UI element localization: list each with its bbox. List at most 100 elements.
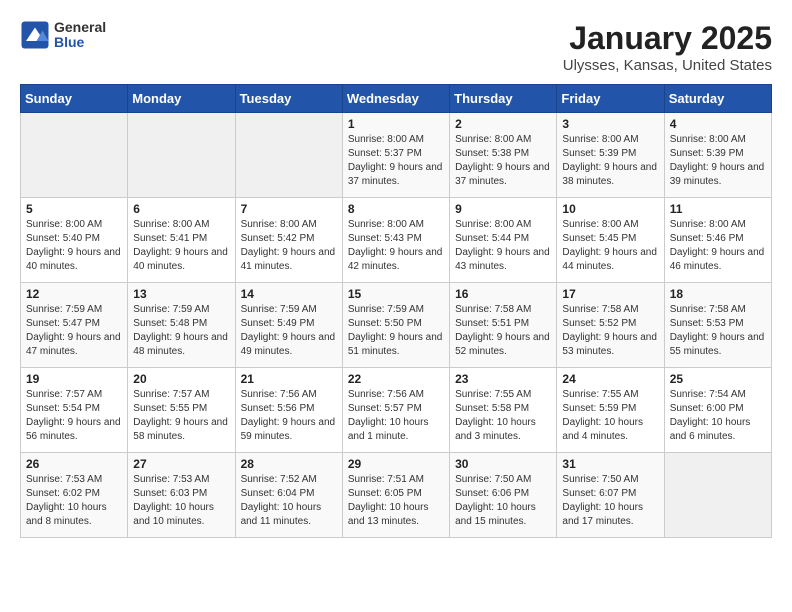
logo-text: General Blue: [54, 20, 106, 51]
day-info: Sunrise: 7:50 AM Sunset: 6:07 PM Dayligh…: [562, 473, 658, 529]
day-number: 19: [26, 372, 122, 386]
header: General Blue January 2025 Ulysses, Kansa…: [20, 20, 772, 74]
day-cell: 16Sunrise: 7:58 AM Sunset: 5:51 PM Dayli…: [450, 283, 557, 368]
day-cell: 18 Sunrise: 7:58 AM Sunset: 5:53 PM Dayli…: [664, 283, 771, 368]
day-number: 29: [348, 457, 444, 471]
day-info: Sunrise: 8:00 AM Sunset: 5:40 PM Dayligh…: [26, 218, 122, 274]
day-number: 23: [455, 372, 551, 386]
day-info: Sunrise: 7:57 AM Sunset: 5:54 PM Dayligh…: [26, 388, 122, 444]
day-number: 5: [26, 202, 122, 216]
day-number: 6: [133, 202, 229, 216]
day-info: Sunrise: 7:58 AM Sunset: 5:52 PM Dayligh…: [562, 303, 658, 359]
day-cell: [128, 113, 235, 198]
day-number: 26: [26, 457, 122, 471]
header-cell-monday: Monday: [128, 85, 235, 113]
day-cell: 24 Sunrise: 7:55 AM Sunset: 5:59 PM Dayli…: [557, 368, 664, 453]
day-number: 21: [241, 372, 337, 386]
day-cell: 2 Sunrise: 8:00 AM Sunset: 5:38 PM Daylig…: [450, 113, 557, 198]
calendar-body: 1 Sunrise: 8:00 AM Sunset: 5:37 PM Daylig…: [21, 113, 772, 538]
day-cell: 4 Sunrise: 8:00 AM Sunset: 5:39 PM Daylig…: [664, 113, 771, 198]
day-cell: 3 Sunrise: 8:00 AM Sunset: 5:39 PM Daylig…: [557, 113, 664, 198]
day-info: Sunrise: 7:56 AM Sunset: 5:57 PM Dayligh…: [348, 388, 444, 444]
day-info: Sunrise: 8:00 AM Sunset: 5:42 PM Dayligh…: [241, 218, 337, 274]
day-number: 20: [133, 372, 229, 386]
day-info: Sunrise: 8:00 AM Sunset: 5:37 PM Dayligh…: [348, 133, 444, 189]
day-number: 30: [455, 457, 551, 471]
day-cell: 25 Sunrise: 7:54 AM Sunset: 6:00 PM Dayli…: [664, 368, 771, 453]
day-info: Sunrise: 8:00 AM Sunset: 5:39 PM Dayligh…: [670, 133, 766, 189]
day-number: 22: [348, 372, 444, 386]
day-cell: 17 Sunrise: 7:58 AM Sunset: 5:52 PM Dayli…: [557, 283, 664, 368]
day-cell: 5 Sunrise: 8:00 AM Sunset: 5:40 PM Daylig…: [21, 198, 128, 283]
day-number: 25: [670, 372, 766, 386]
header-cell-friday: Friday: [557, 85, 664, 113]
day-number: 15: [348, 287, 444, 301]
day-number: 17: [562, 287, 658, 301]
day-number: 1: [348, 117, 444, 131]
day-number: 18: [670, 287, 766, 301]
day-info: Sunrise: 7:55 AM Sunset: 5:58 PM Dayligh…: [455, 388, 551, 444]
header-cell-wednesday: Wednesday: [342, 85, 449, 113]
day-number: 3: [562, 117, 658, 131]
day-info: Sunrise: 7:59 AM Sunset: 5:47 PM Dayligh…: [26, 303, 122, 359]
day-number: 27: [133, 457, 229, 471]
week-row-3: 12 Sunrise: 7:59 AM Sunset: 5:47 PM Dayli…: [21, 283, 772, 368]
day-number: 14: [241, 287, 337, 301]
header-cell-sunday: Sunday: [21, 85, 128, 113]
day-cell: 19 Sunrise: 7:57 AM Sunset: 5:54 PM Dayli…: [21, 368, 128, 453]
day-info: Sunrise: 7:52 AM Sunset: 6:04 PM Dayligh…: [241, 473, 337, 529]
day-info: Sunrise: 7:59 AM Sunset: 5:48 PM Dayligh…: [133, 303, 229, 359]
day-info: Sunrise: 7:59 AM Sunset: 5:50 PM Dayligh…: [348, 303, 444, 359]
day-cell: 22 Sunrise: 7:56 AM Sunset: 5:57 PM Dayli…: [342, 368, 449, 453]
day-number: 4: [670, 117, 766, 131]
day-info: Sunrise: 8:00 AM Sunset: 5:39 PM Dayligh…: [562, 133, 658, 189]
day-info: Sunrise: 7:57 AM Sunset: 5:55 PM Dayligh…: [133, 388, 229, 444]
day-info: Sunrise: 7:56 AM Sunset: 5:56 PM Dayligh…: [241, 388, 337, 444]
week-row-5: 26Sunrise: 7:53 AM Sunset: 6:02 PM Dayli…: [21, 453, 772, 538]
calendar-subtitle: Ulysses, Kansas, United States: [563, 57, 772, 74]
day-cell: 7 Sunrise: 8:00 AM Sunset: 5:42 PM Daylig…: [235, 198, 342, 283]
calendar-table: SundayMondayTuesdayWednesdayThursdayFrid…: [20, 84, 772, 538]
logo: General Blue: [20, 20, 106, 51]
day-cell: 12 Sunrise: 7:59 AM Sunset: 5:47 PM Dayli…: [21, 283, 128, 368]
week-row-2: 5 Sunrise: 8:00 AM Sunset: 5:40 PM Daylig…: [21, 198, 772, 283]
day-info: Sunrise: 7:58 AM Sunset: 5:51 PM Dayligh…: [455, 303, 551, 359]
day-number: 31: [562, 457, 658, 471]
week-row-4: 19 Sunrise: 7:57 AM Sunset: 5:54 PM Dayli…: [21, 368, 772, 453]
logo-general-label: General: [54, 20, 106, 35]
day-info: Sunrise: 7:55 AM Sunset: 5:59 PM Dayligh…: [562, 388, 658, 444]
calendar-title: January 2025: [563, 20, 772, 57]
logo-icon: [20, 20, 50, 50]
day-cell: 8Sunrise: 8:00 AM Sunset: 5:43 PM Daylig…: [342, 198, 449, 283]
day-cell: [664, 453, 771, 538]
day-number: 24: [562, 372, 658, 386]
day-cell: 26Sunrise: 7:53 AM Sunset: 6:02 PM Dayli…: [21, 453, 128, 538]
day-info: Sunrise: 8:00 AM Sunset: 5:38 PM Dayligh…: [455, 133, 551, 189]
day-cell: 15 Sunrise: 7:59 AM Sunset: 5:50 PM Dayli…: [342, 283, 449, 368]
day-cell: 20 Sunrise: 7:57 AM Sunset: 5:55 PM Dayli…: [128, 368, 235, 453]
day-info: Sunrise: 8:00 AM Sunset: 5:44 PM Dayligh…: [455, 218, 551, 274]
title-area: January 2025 Ulysses, Kansas, United Sta…: [563, 20, 772, 74]
day-info: Sunrise: 8:00 AM Sunset: 5:45 PM Dayligh…: [562, 218, 658, 274]
day-info: Sunrise: 7:51 AM Sunset: 6:05 PM Dayligh…: [348, 473, 444, 529]
day-info: Sunrise: 7:59 AM Sunset: 5:49 PM Dayligh…: [241, 303, 337, 359]
day-number: 2: [455, 117, 551, 131]
day-cell: 13Sunrise: 7:59 AM Sunset: 5:48 PM Dayli…: [128, 283, 235, 368]
day-info: Sunrise: 7:58 AM Sunset: 5:53 PM Dayligh…: [670, 303, 766, 359]
day-cell: 28 Sunrise: 7:52 AM Sunset: 6:04 PM Dayli…: [235, 453, 342, 538]
calendar-header: SundayMondayTuesdayWednesdayThursdayFrid…: [21, 85, 772, 113]
day-cell: 27 Sunrise: 7:53 AM Sunset: 6:03 PM Dayli…: [128, 453, 235, 538]
day-number: 11: [670, 202, 766, 216]
day-cell: 29 Sunrise: 7:51 AM Sunset: 6:05 PM Dayli…: [342, 453, 449, 538]
day-info: Sunrise: 7:53 AM Sunset: 6:03 PM Dayligh…: [133, 473, 229, 529]
day-info: Sunrise: 7:50 AM Sunset: 6:06 PM Dayligh…: [455, 473, 551, 529]
day-number: 28: [241, 457, 337, 471]
day-cell: [235, 113, 342, 198]
day-number: 7: [241, 202, 337, 216]
day-number: 10: [562, 202, 658, 216]
day-cell: 31 Sunrise: 7:50 AM Sunset: 6:07 PM Dayli…: [557, 453, 664, 538]
day-cell: 11Sunrise: 8:00 AM Sunset: 5:46 PM Dayli…: [664, 198, 771, 283]
day-number: 12: [26, 287, 122, 301]
day-info: Sunrise: 8:00 AM Sunset: 5:41 PM Dayligh…: [133, 218, 229, 274]
day-info: Sunrise: 7:54 AM Sunset: 6:00 PM Dayligh…: [670, 388, 766, 444]
